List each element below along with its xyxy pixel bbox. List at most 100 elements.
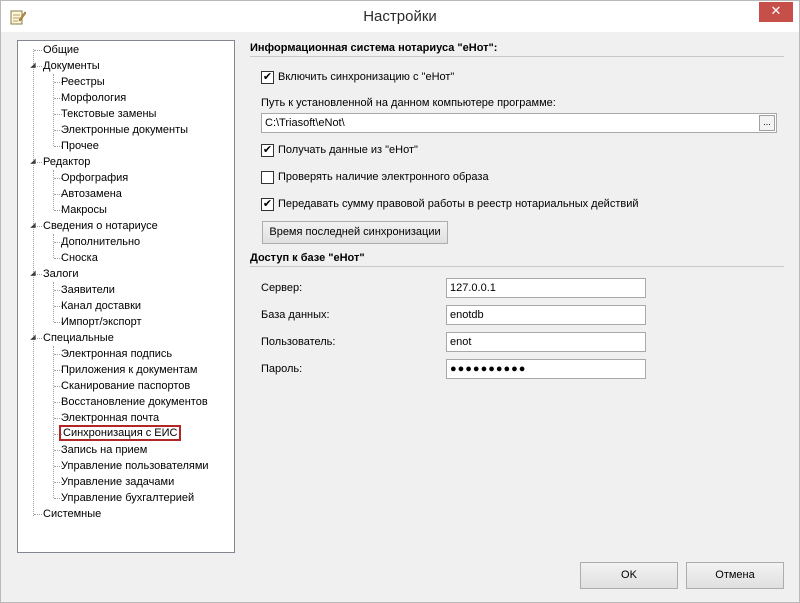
tree-item[interactable]: Запись на прием: [59, 442, 149, 458]
tree-item-label: Системные: [43, 508, 102, 520]
tree-item-label: Документы: [43, 60, 100, 72]
path-label: Путь к установленной на данном компьютер…: [261, 97, 556, 109]
tree-item-label: Сноска: [61, 252, 98, 264]
title-bar: Настройки ✕: [1, 1, 799, 32]
password-input[interactable]: ●●●●●●●●●●: [446, 359, 646, 379]
close-button[interactable]: ✕: [759, 2, 793, 22]
settings-window: Настройки ✕ Общие ◢ Документы Реестры Морфол…: [0, 0, 800, 603]
window-title: Настройки: [363, 8, 437, 25]
tree-item[interactable]: Прочее: [59, 138, 101, 154]
tree-item-label: Реестры: [61, 76, 105, 88]
check-mark-icon: ✔: [262, 198, 273, 210]
tree-item[interactable]: Системные: [41, 506, 103, 522]
database-label: База данных:: [261, 309, 330, 321]
tree-item[interactable]: Морфология: [59, 90, 128, 106]
server-label: Сервер:: [261, 282, 303, 294]
server-input[interactable]: 127.0.0.1: [446, 278, 646, 298]
tree-item-label: Импорт/экспорт: [61, 316, 142, 328]
tree-item[interactable]: Восстановление документов: [59, 394, 210, 410]
tree-item[interactable]: Залоги: [41, 266, 81, 282]
database-input[interactable]: enotdb: [446, 305, 646, 325]
tree-item[interactable]: Электронная почта: [59, 410, 161, 426]
tree-item[interactable]: Управление задачами: [59, 474, 176, 490]
tree-connector: [53, 74, 54, 146]
section-divider: [250, 266, 784, 267]
send-sum-label[interactable]: Передавать сумму правовой работы в реест…: [278, 198, 639, 210]
tree-item[interactable]: Заявители: [59, 282, 117, 298]
tree-item-label: Редактор: [43, 156, 91, 168]
tree-item[interactable]: Приложения к документам: [59, 362, 199, 378]
tree-item[interactable]: Сканирование паспортов: [59, 378, 192, 394]
tree-item-label: Морфология: [61, 92, 127, 104]
tree-item-label: Управление бухгалтерией: [61, 492, 195, 504]
last-sync-time-button[interactable]: Время последней синхронизации: [262, 221, 448, 244]
tree-item[interactable]: Специальные: [41, 330, 116, 346]
tree-item[interactable]: Управление пользователями: [59, 458, 211, 474]
enable-sync-checkbox[interactable]: ✔: [261, 71, 274, 84]
user-input[interactable]: enot: [446, 332, 646, 352]
settings-tree[interactable]: Общие ◢ Документы Реестры Морфология Текстовы…: [17, 40, 235, 553]
tree-item-label: Прочее: [61, 140, 99, 152]
tree-item[interactable]: Электронные документы: [59, 122, 190, 138]
tree-item-selected[interactable]: Синхронизация с ЕИС: [59, 425, 182, 441]
check-mark-icon: ✔: [262, 71, 273, 83]
eis-section-title: Информационная система нотариуса "еНот":: [250, 42, 498, 54]
tree-item[interactable]: Редактор: [41, 154, 92, 170]
tree-item[interactable]: Макросы: [59, 202, 109, 218]
tree-item[interactable]: Автозамена: [59, 186, 124, 202]
tree-item-label: Приложения к документам: [61, 364, 198, 376]
tree-item-label: Общие: [43, 44, 80, 56]
tree-connector: [53, 282, 54, 322]
tree-item[interactable]: Орфография: [59, 170, 130, 186]
tree-item[interactable]: Сноска: [59, 250, 100, 266]
tree-item[interactable]: Управление бухгалтерией: [59, 490, 196, 506]
tree-item-label: Электронные документы: [61, 124, 189, 136]
tree-item-label: Орфография: [61, 172, 129, 184]
tree-connector: [53, 346, 54, 498]
tree-item[interactable]: Дополнительно: [59, 234, 142, 250]
expand-toggle-icon[interactable]: ◢: [29, 266, 37, 282]
tree-item-label: Синхронизация с ЕИС: [59, 425, 182, 441]
check-mark-icon: ✔: [262, 144, 273, 156]
expand-toggle-icon[interactable]: ◢: [29, 330, 37, 346]
tree-item-label: Сканирование паспортов: [61, 380, 191, 392]
tree-item-label: Электронная подпись: [61, 348, 173, 360]
tree-item[interactable]: Электронная подпись: [59, 346, 174, 362]
expand-toggle-icon[interactable]: ◢: [29, 58, 37, 74]
settings-content: Информационная система нотариуса "еНот":…: [241, 40, 789, 553]
enable-sync-label[interactable]: Включить синхронизацию с "еНот": [278, 71, 454, 83]
tree-item[interactable]: Импорт/экспорт: [59, 314, 144, 330]
tree-item-label: Канал доставки: [61, 300, 142, 312]
tree-item-label: Управление пользователями: [61, 460, 209, 472]
cancel-button[interactable]: Отмена: [686, 562, 784, 589]
get-data-label[interactable]: Получать данные из "еНот": [278, 144, 418, 156]
tree-item-label: Автозамена: [61, 188, 122, 200]
password-label: Пароль:: [261, 363, 303, 375]
path-input[interactable]: C:\Triasoft\eNot\: [261, 113, 777, 133]
tree-item-label: Заявители: [61, 284, 115, 296]
db-section-title: Доступ к базе "еНот": [250, 252, 365, 264]
expand-toggle-icon[interactable]: ◢: [29, 218, 37, 234]
section-divider: [250, 56, 784, 57]
tree-item[interactable]: Документы: [41, 58, 102, 74]
tree-item[interactable]: Общие: [41, 42, 81, 58]
check-image-label[interactable]: Проверять наличие электронного образа: [278, 171, 489, 183]
tree-item-label: Восстановление документов: [61, 396, 208, 408]
ok-button[interactable]: OK: [580, 562, 678, 589]
tree-connector: [33, 49, 34, 516]
tree-item[interactable]: Текстовые замены: [59, 106, 158, 122]
send-sum-checkbox[interactable]: ✔: [261, 198, 274, 211]
expand-toggle-icon[interactable]: ◢: [29, 154, 37, 170]
tree-item-label: Текстовые замены: [61, 108, 157, 120]
check-image-checkbox[interactable]: [261, 171, 274, 184]
user-label: Пользователь:: [261, 336, 336, 348]
browse-button[interactable]: ...: [759, 115, 775, 131]
tree-item[interactable]: Реестры: [59, 74, 107, 90]
tree-item-label: Запись на прием: [61, 444, 148, 456]
tree-item[interactable]: Сведения о нотариусе: [41, 218, 160, 234]
get-data-checkbox[interactable]: ✔: [261, 144, 274, 157]
tree-item-label: Дополнительно: [61, 236, 141, 248]
tree-item-label: Управление задачами: [61, 476, 175, 488]
tree-item[interactable]: Канал доставки: [59, 298, 143, 314]
tree-connector: [53, 170, 54, 210]
